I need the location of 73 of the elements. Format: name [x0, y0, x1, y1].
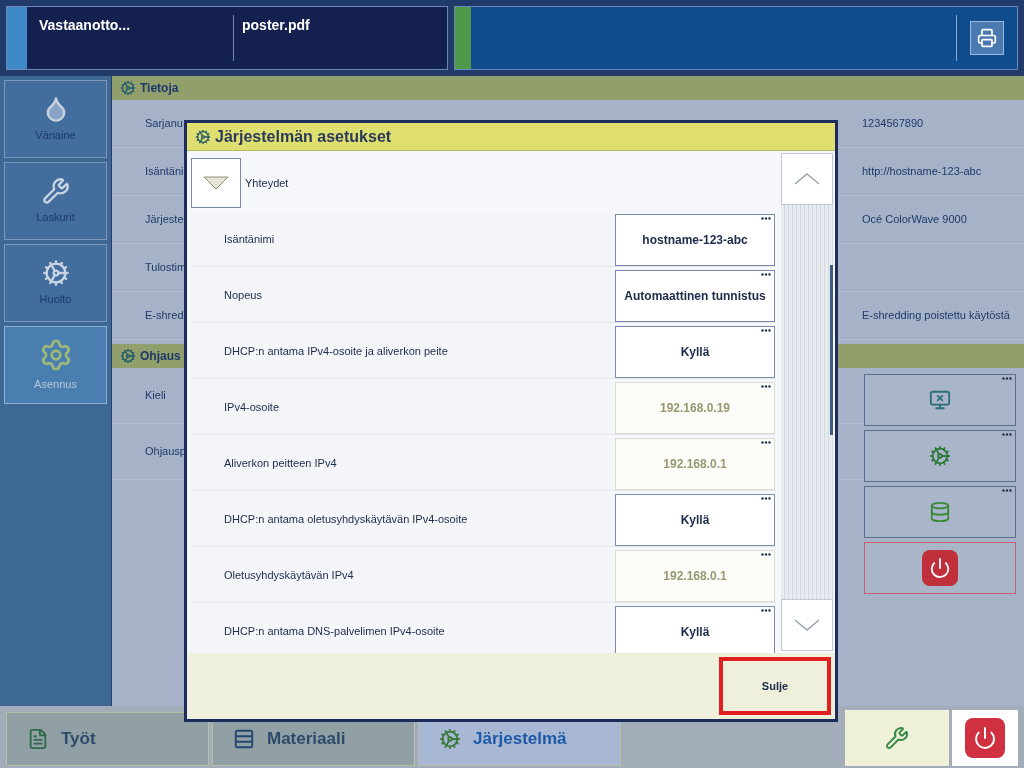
more-icon [761, 552, 771, 556]
setting-value[interactable]: Kyllä [615, 325, 775, 378]
nav-tab[interactable]: Työt [6, 712, 209, 766]
setting-label: DHCP:n antama oletusyhdyskäytävän IPv4-osoite [224, 512, 469, 528]
section-title: Tietoja [140, 80, 179, 97]
setting-label: Oletusyhdyskäytävän IPv4 [224, 568, 355, 584]
info-label: Kieli [145, 388, 166, 404]
info-value: E-shredding poistettu käytöstä [862, 308, 1011, 324]
setting-label: IPv4-osoite [224, 400, 281, 416]
status-stripe [7, 7, 27, 69]
more-icon [1002, 377, 1012, 380]
info-label: Järjeste [145, 212, 185, 228]
scroll-up-button[interactable] [781, 153, 833, 205]
panel-button[interactable] [864, 430, 1016, 482]
power-button[interactable] [952, 710, 1018, 766]
group-label: Yhteydet [245, 175, 289, 191]
close-button[interactable]: Sulje [719, 657, 831, 715]
status-stripe [455, 7, 471, 69]
info-label: Sarjanu [145, 116, 184, 132]
tools-button[interactable] [845, 710, 949, 766]
more-icon [761, 440, 771, 444]
scroll-thumb[interactable] [830, 265, 833, 435]
file-name: poster.pdf [241, 16, 310, 35]
section-icon [120, 348, 136, 364]
more-icon [1002, 489, 1012, 492]
more-icon [761, 328, 771, 332]
scroll-down-button[interactable] [781, 599, 833, 651]
sidebar-item[interactable]: Asennus [4, 326, 107, 404]
media-icon [233, 728, 255, 750]
monitor-x-icon [929, 389, 951, 411]
chevron-down-icon [794, 619, 820, 631]
section-title: Ohjaus [140, 348, 181, 365]
setting-label: DHCP:n antama IPv4-osoite ja aliverkon peite [224, 344, 449, 360]
job-status: Vastaanotto... [38, 16, 132, 35]
expand-toggle[interactable] [191, 158, 241, 208]
document-icon [27, 728, 49, 750]
setting-label: DHCP:n antama DNS-palvelimen IPv4-osoite [224, 624, 446, 640]
panel-button[interactable] [864, 374, 1016, 426]
section-icon [120, 80, 136, 96]
setting-value[interactable]: Automaattinen tunnistus [615, 269, 775, 322]
more-icon [1002, 433, 1012, 436]
power-icon [922, 550, 958, 586]
setting-value[interactable]: hostname-123-abc [615, 213, 775, 266]
dialog-icon [195, 128, 211, 145]
database-icon [929, 501, 951, 523]
chevron-up-icon [794, 173, 820, 185]
setting-value[interactable]: Kyllä [615, 605, 775, 653]
printer-button[interactable] [970, 21, 1004, 55]
info-value: 1234567890 [862, 116, 925, 132]
setting-value[interactable]: Kyllä [615, 493, 775, 546]
info-value: Océ ColorWave 9000 [862, 212, 968, 228]
gear-icon [439, 728, 461, 750]
more-icon [761, 384, 771, 388]
gear-icon [41, 258, 70, 287]
wrench-icon [885, 726, 909, 750]
panel-button[interactable] [864, 486, 1016, 538]
wrench-icon [41, 176, 70, 205]
triangle-down-icon [203, 176, 229, 190]
more-icon [761, 216, 771, 220]
more-icon [761, 496, 771, 500]
panel-button[interactable] [864, 542, 1016, 594]
power-icon [965, 718, 1005, 758]
gear-icon [929, 445, 951, 467]
setting-label: Aliverkon peitteen IPv4 [224, 456, 338, 472]
setting-label: Nopeus [224, 288, 263, 304]
printer-icon [977, 28, 997, 48]
setting-label: Isäntänimi [224, 232, 276, 248]
more-icon [761, 272, 771, 276]
info-label: Isäntäni [145, 164, 185, 180]
info-value: http://hostname-123-abc [862, 164, 983, 180]
dialog-title: Järjestelmän asetukset [215, 126, 392, 147]
info-label: E-shred [145, 308, 185, 324]
more-icon [761, 608, 771, 612]
